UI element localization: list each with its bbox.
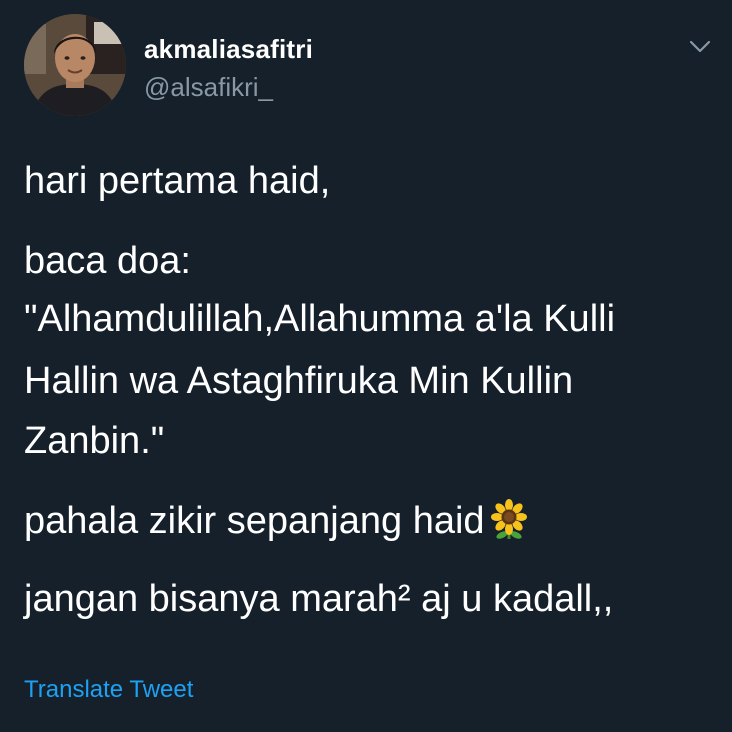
- display-name[interactable]: akmaliasafitri: [144, 34, 313, 65]
- tweet-text-line: baca doa:: [24, 240, 191, 282]
- avatar[interactable]: [24, 14, 126, 116]
- tweet-card: akmaliasafitri @alsafikri_ hari pertama …: [0, 0, 732, 732]
- avatar-image: [24, 14, 126, 116]
- sunflower-icon: [489, 499, 529, 554]
- tweet-text-line: hari pertama haid,: [24, 160, 331, 202]
- tweet-text-segment: pahala zikir sepanjang haid: [24, 500, 485, 542]
- user-handle[interactable]: @alsafikri_: [144, 72, 273, 103]
- tweet-text-line: Hallin wa Astaghfiruka Min Kullin: [24, 360, 574, 402]
- tweet-text-line: "Alhamdulillah,Allahumma a'la Kulli: [24, 298, 616, 340]
- tweet-text-line: jangan bisanya marah² aj u kadall,,: [24, 578, 614, 620]
- chevron-down-icon[interactable]: [686, 36, 714, 58]
- translate-tweet-link[interactable]: Translate Tweet: [24, 676, 193, 704]
- tweet-text-line-with-emoji: pahala zikir sepanjang haid: [24, 494, 529, 554]
- tweet-text-line: Zanbin.": [24, 420, 165, 462]
